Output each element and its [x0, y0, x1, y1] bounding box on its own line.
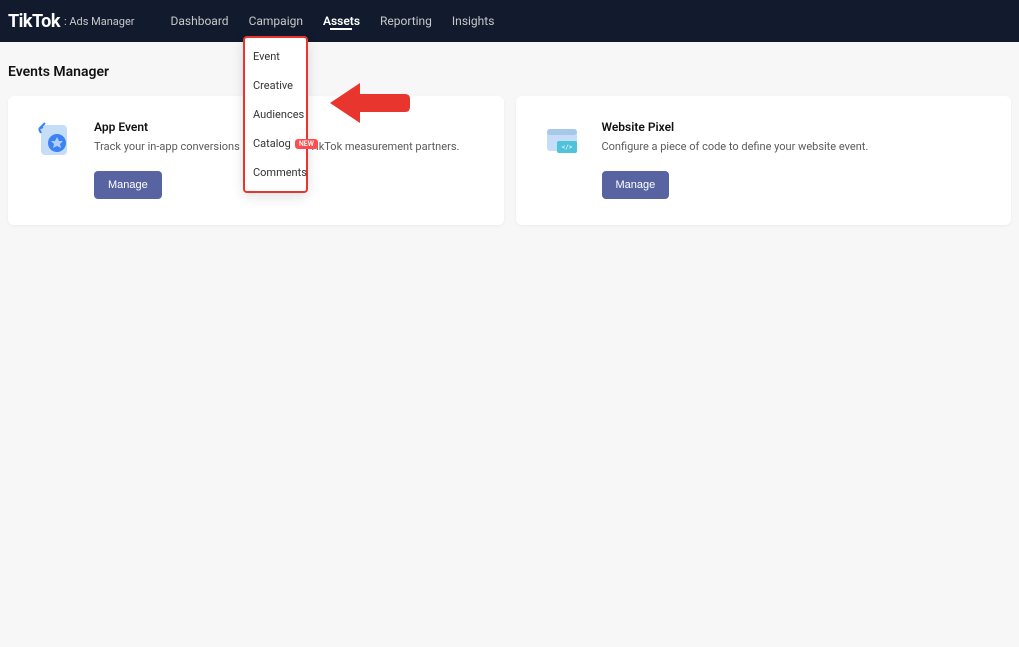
website-pixel-card: </> Website Pixel Configure a piece of c…: [516, 96, 1012, 225]
cards-container: App Event Track your in-app conversions …: [0, 96, 1019, 225]
svg-text:</>: </>: [561, 144, 572, 151]
annotation-arrow-icon: [330, 78, 410, 132]
main-nav: Dashboard Campaign Assets Reporting Insi…: [161, 0, 505, 42]
dropdown-audiences[interactable]: Audiences: [245, 100, 306, 129]
website-pixel-icon: </>: [542, 120, 582, 160]
top-header: TikTok : Ads Manager Dashboard Campaign …: [0, 0, 1019, 42]
nav-dashboard[interactable]: Dashboard: [161, 0, 239, 42]
nav-assets[interactable]: Assets: [313, 0, 370, 42]
assets-dropdown: Event Creative Audiences Catalog NEW Com…: [243, 36, 308, 193]
content-area: Events Manager App Event Track your in-a…: [0, 42, 1019, 647]
dropdown-catalog[interactable]: Catalog NEW: [245, 129, 306, 158]
nav-reporting[interactable]: Reporting: [370, 0, 442, 42]
nav-insights[interactable]: Insights: [442, 0, 504, 42]
dropdown-catalog-label: Catalog: [253, 137, 291, 150]
logo-text: TikTok: [8, 11, 60, 32]
website-pixel-manage-button[interactable]: Manage: [602, 171, 670, 199]
logo-subtitle: : Ads Manager: [64, 15, 135, 28]
website-pixel-title: Website Pixel: [602, 120, 986, 134]
dropdown-creative[interactable]: Creative: [245, 71, 306, 100]
dropdown-comments[interactable]: Comments: [245, 158, 306, 187]
dropdown-event[interactable]: Event: [245, 42, 306, 71]
page-title: Events Manager: [0, 42, 1019, 96]
app-event-manage-button[interactable]: Manage: [94, 171, 162, 199]
new-badge: NEW: [295, 139, 318, 149]
app-event-icon: [34, 120, 74, 160]
website-pixel-desc: Configure a piece of code to define your…: [602, 140, 986, 153]
logo-section: TikTok : Ads Manager: [8, 11, 135, 32]
